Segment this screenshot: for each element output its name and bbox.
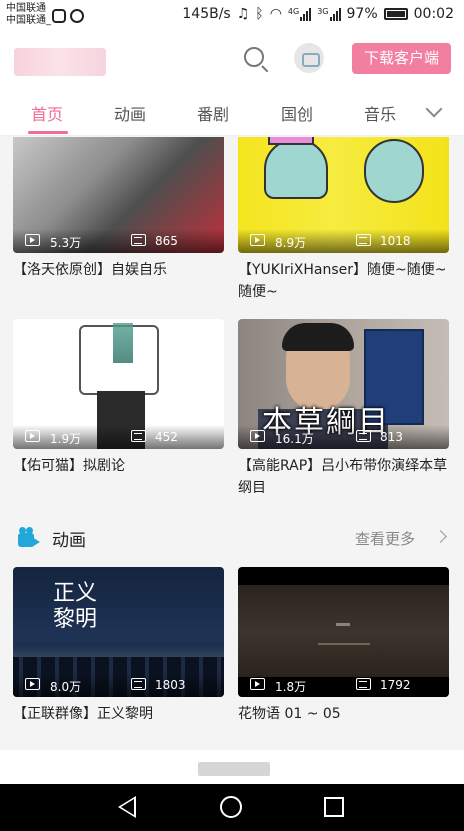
headphone-icon: ♫ [236, 6, 250, 22]
thumbnail-caption: 正义 黎明 [53, 581, 98, 632]
view-count: 1.9万 [50, 432, 82, 446]
network-type-1: 4G [287, 7, 300, 16]
video-stats: 1.8万 1792 [238, 673, 449, 697]
network-type-2: 3G [317, 7, 329, 16]
play-count-icon [25, 678, 40, 690]
video-camera-icon [18, 527, 42, 547]
play-count-icon [250, 678, 265, 690]
video-thumbnail[interactable]: 1.8万 1792 [238, 567, 449, 697]
danmaku-icon [131, 234, 146, 246]
tab-guochuang[interactable]: 国创 [281, 101, 313, 125]
carrier-label: 中国联通 中国联通_ [6, 3, 51, 27]
danmaku-icon [131, 678, 146, 690]
video-card[interactable]: 5.3万 865 【洛天依原创】自娱自乐 [13, 137, 224, 281]
play-count-icon [25, 234, 40, 246]
video-title[interactable]: 【佑可猫】拟剧论 [13, 455, 224, 477]
signal-icon-1: 4G [287, 7, 312, 21]
video-title[interactable]: 【洛天依原创】自娱自乐 [13, 259, 224, 281]
back-icon[interactable] [118, 796, 136, 818]
signal-icon-2: 3G [317, 7, 341, 21]
tab-music[interactable]: 音乐 [364, 101, 396, 125]
bottom-bar [0, 750, 464, 784]
danmaku-count: 865 [155, 234, 178, 248]
wifi-icon: ◠ [269, 6, 282, 22]
battery-percent: 97% [346, 6, 378, 22]
danmaku-icon [356, 678, 371, 690]
video-thumbnail[interactable]: 8.9万 1018 [238, 137, 449, 253]
home-icon[interactable] [220, 796, 242, 818]
view-count: 1.8万 [275, 680, 307, 694]
clock: 00:02 [413, 6, 454, 22]
download-client-button[interactable]: 下载客户端 [352, 43, 451, 74]
network-speed: 145B/s [182, 6, 231, 22]
notification-icons [52, 9, 84, 23]
status-right: 145B/s ♫ ᛒ ◠ 4G 3G 97% 00:02 [182, 6, 454, 22]
video-title[interactable]: 【YUKIriXHanser】随便~随便~随便~ [238, 259, 449, 303]
video-card[interactable]: 1.9万 452 【佑可猫】拟剧论 [13, 319, 224, 477]
play-count-icon [25, 430, 40, 442]
carrier-1: 中国联通 [6, 3, 46, 14]
danmaku-icon [356, 234, 371, 246]
video-card[interactable]: 本草綱目 16.1万 813 【高能RAP】吕小布带你演绎本草纲目 [238, 319, 449, 499]
view-more-link[interactable]: 查看更多 [355, 528, 415, 549]
video-thumbnail[interactable]: 5.3万 865 [13, 137, 224, 253]
video-stats: 5.3万 865 [13, 229, 224, 253]
status-bar: 中国联通 中国联通_ 145B/s ♫ ᛒ ◠ 4G 3G 97% 00:02 [0, 0, 464, 34]
chevron-right-icon[interactable] [434, 530, 447, 543]
play-count-icon [250, 430, 265, 442]
video-stats: 8.9万 1018 [238, 229, 449, 253]
video-title[interactable]: 【正联群像】正义黎明 [13, 703, 224, 725]
danmaku-count: 452 [155, 430, 178, 444]
search-icon[interactable] [244, 47, 270, 73]
section-title: 动画 [52, 531, 86, 551]
play-count-icon [250, 234, 265, 246]
section-header: 动画 查看更多 [18, 526, 448, 551]
app-notification-icon [52, 9, 66, 23]
danmaku-count: 1018 [380, 234, 411, 248]
active-tab-indicator [28, 131, 68, 134]
tab-animation[interactable]: 动画 [114, 101, 146, 125]
danmaku-count: 813 [380, 430, 403, 444]
video-card[interactable]: 1.8万 1792 花物语 01 ~ 05 [238, 567, 449, 725]
view-count: 16.1万 [275, 432, 314, 446]
video-thumbnail[interactable]: 正义 黎明 8.0万 1803 [13, 567, 224, 697]
video-title[interactable]: 花物语 01 ~ 05 [238, 703, 449, 725]
video-title[interactable]: 【高能RAP】吕小布带你演绎本草纲目 [238, 455, 449, 499]
video-stats: 1.9万 452 [13, 425, 224, 449]
avatar-icon[interactable] [294, 43, 324, 73]
video-stats: 16.1万 813 [238, 425, 449, 449]
chevron-down-icon[interactable] [425, 100, 443, 118]
video-thumbnail[interactable]: 1.9万 452 [13, 319, 224, 449]
video-card[interactable]: 8.9万 1018 【YUKIriXHanser】随便~随便~随便~ [238, 137, 449, 303]
weibo-notification-icon [70, 9, 84, 23]
view-count: 5.3万 [50, 236, 82, 250]
site-logo[interactable] [14, 48, 106, 76]
video-stats: 8.0万 1803 [13, 673, 224, 697]
view-count: 8.9万 [275, 236, 307, 250]
danmaku-icon [356, 430, 371, 442]
category-tabs: 首页 动画 番剧 国创 音乐 [0, 88, 464, 136]
video-card[interactable]: 正义 黎明 8.0万 1803 【正联群像】正义黎明 [13, 567, 224, 725]
danmaku-count: 1792 [380, 678, 411, 692]
video-thumbnail[interactable]: 本草綱目 16.1万 813 [238, 319, 449, 449]
danmaku-count: 1803 [155, 678, 186, 692]
bluetooth-icon: ᛒ [255, 6, 264, 22]
blurred-text [198, 762, 270, 776]
battery-icon [383, 8, 408, 20]
carrier-2: 中国联通_ [6, 15, 51, 26]
tab-home[interactable]: 首页 [31, 101, 63, 125]
danmaku-icon [131, 430, 146, 442]
system-navigation-bar [0, 784, 464, 831]
view-count: 8.0万 [50, 680, 82, 694]
feed: 5.3万 865 【洛天依原创】自娱自乐 8.9万 1018 【YUKIriXH… [0, 137, 464, 750]
app-header: 下载客户端 [0, 34, 464, 88]
recent-apps-icon[interactable] [324, 797, 344, 817]
tab-bangumi[interactable]: 番剧 [197, 101, 229, 125]
